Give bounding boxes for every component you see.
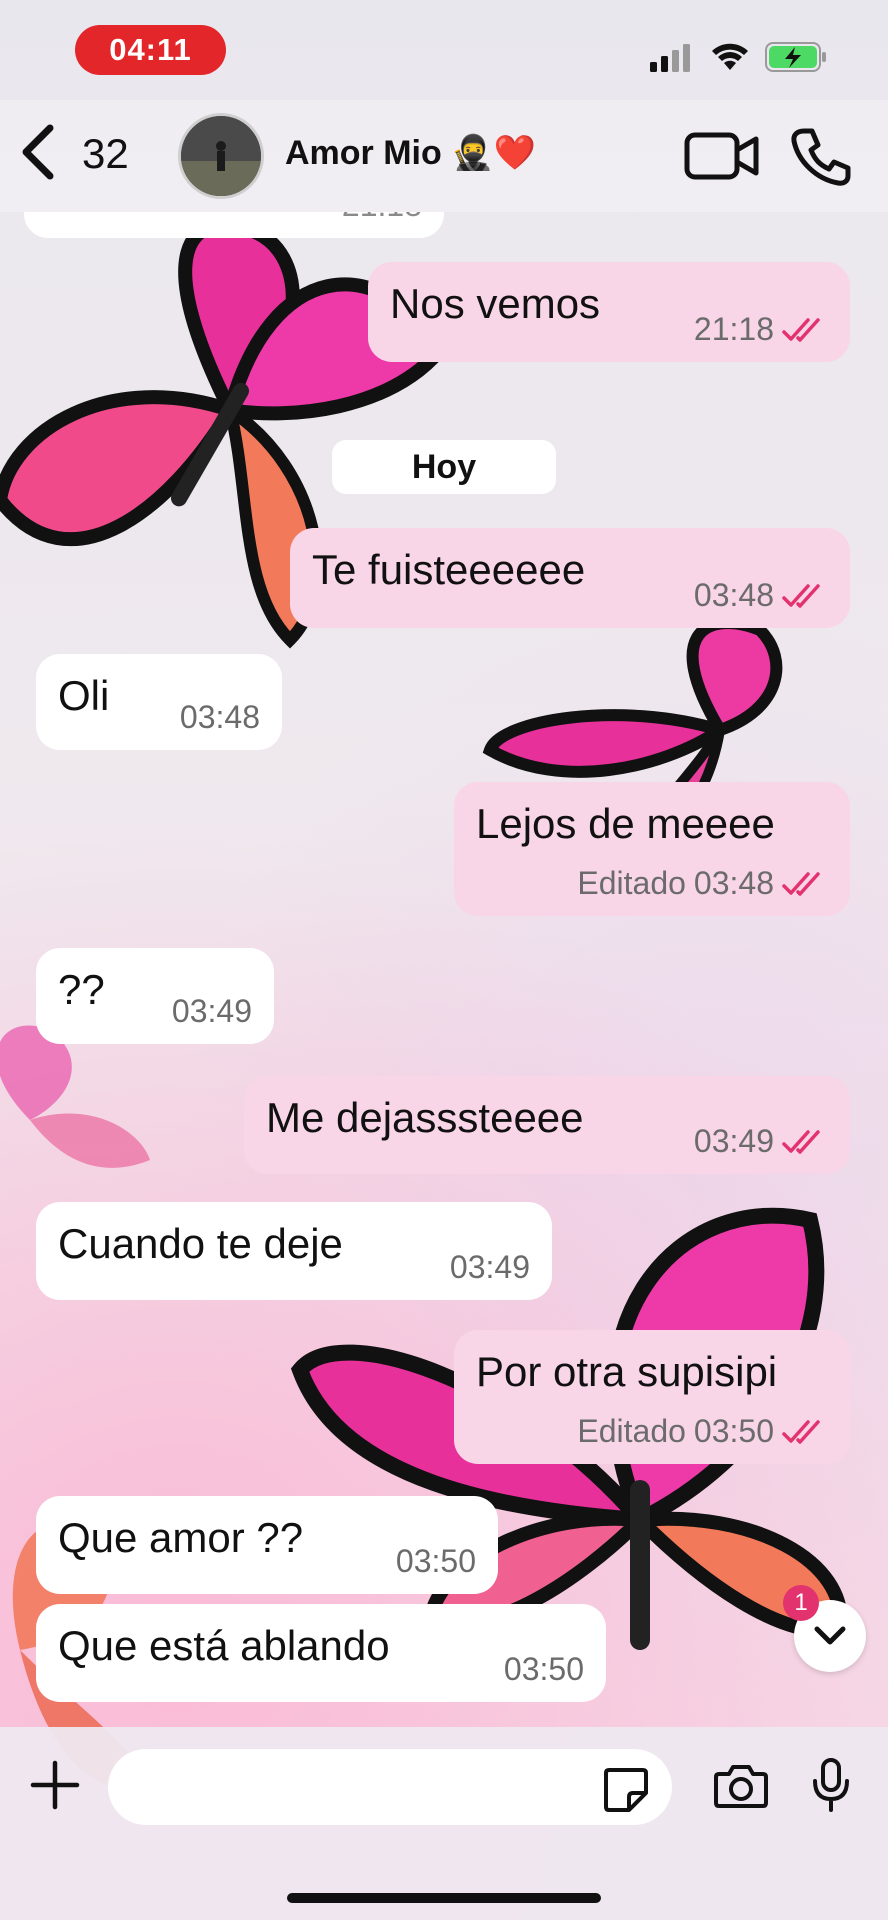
read-ticks-icon bbox=[782, 583, 820, 608]
avatar-photo bbox=[181, 116, 261, 196]
message-time: 21:18 bbox=[342, 212, 422, 224]
message-bubble-incoming[interactable]: Que está ablando 03:50 bbox=[36, 1604, 606, 1702]
message-bubble-incoming[interactable]: Que amor ?? 03:50 bbox=[36, 1496, 498, 1594]
home-indicator bbox=[287, 1893, 601, 1903]
message-bubble-outgoing[interactable]: Lejos de meeee Editado 03:48 bbox=[454, 782, 850, 916]
message-time: 03:49 bbox=[449, 1249, 530, 1285]
message-bubble-outgoing[interactable]: Nos vemos 21:18 bbox=[368, 262, 850, 362]
message-bubble-incoming[interactable]: Cuando te deje 03:49 bbox=[36, 1202, 552, 1300]
video-call-icon[interactable] bbox=[684, 130, 760, 182]
contact-avatar[interactable] bbox=[178, 113, 264, 199]
message-time: 03:49 bbox=[693, 1123, 774, 1159]
message-time: 03:48 bbox=[179, 699, 260, 735]
read-ticks-icon bbox=[782, 871, 820, 896]
read-ticks-icon bbox=[782, 1129, 820, 1154]
message-time: 03:50 bbox=[693, 1413, 774, 1449]
message-bubble-outgoing[interactable]: Me dejasssteeee 03:49 bbox=[244, 1076, 850, 1174]
message-text: Que está ablando bbox=[58, 1622, 390, 1669]
unread-chats-count[interactable]: 32 bbox=[82, 130, 129, 178]
chat-header: 32 Amor Mio 🥷❤️ bbox=[0, 100, 888, 212]
edited-label: Editado bbox=[577, 1413, 686, 1449]
date-separator: Hoy bbox=[332, 440, 556, 494]
read-ticks-icon bbox=[782, 1419, 820, 1444]
edited-label: Editado bbox=[577, 865, 686, 901]
message-text: Me dejasssteeee bbox=[266, 1094, 584, 1141]
unread-badge: 1 bbox=[783, 1585, 819, 1621]
plus-icon[interactable] bbox=[30, 1757, 80, 1813]
message-bubble-outgoing[interactable]: Por otra supisipi Editado 03:50 bbox=[454, 1330, 850, 1464]
wifi-icon bbox=[712, 43, 748, 70]
status-time[interactable]: 04:11 bbox=[75, 25, 226, 75]
chat-messages[interactable]: 21:18 Nos vemos 21:18 Hoy Te fuisteeeeee… bbox=[0, 212, 888, 1727]
message-time: 03:48 bbox=[693, 865, 774, 901]
message-bubble-partial[interactable]: 21:18 bbox=[24, 212, 444, 238]
message-text: Lejos de meeee bbox=[476, 800, 775, 847]
cellular-signal-icon bbox=[650, 44, 690, 72]
message-bubble-incoming[interactable]: Oli 03:48 bbox=[36, 654, 282, 750]
message-text: Que amor ?? bbox=[58, 1514, 304, 1561]
message-text: Por otra supisipi bbox=[476, 1348, 778, 1395]
contact-name[interactable]: Amor Mio 🥷❤️ bbox=[285, 133, 536, 173]
back-button[interactable] bbox=[18, 124, 58, 180]
message-time: 03:50 bbox=[395, 1543, 476, 1579]
chevron-down-icon bbox=[814, 1626, 846, 1645]
camera-icon[interactable] bbox=[713, 1762, 769, 1810]
message-time: 21:18 bbox=[693, 311, 774, 347]
message-input[interactable] bbox=[108, 1749, 672, 1825]
sticker-icon[interactable] bbox=[603, 1767, 649, 1813]
message-text: Cuando te deje bbox=[58, 1220, 343, 1267]
message-composer bbox=[0, 1727, 888, 1920]
message-text: Oli bbox=[58, 672, 110, 719]
battery-charging-icon bbox=[765, 42, 826, 72]
message-time: 03:48 bbox=[693, 577, 774, 613]
message-bubble-outgoing[interactable]: Te fuisteeeeee 03:48 bbox=[290, 528, 850, 628]
message-time: 03:49 bbox=[171, 993, 252, 1029]
message-bubble-incoming[interactable]: ?? 03:49 bbox=[36, 948, 274, 1044]
phone-icon[interactable] bbox=[790, 127, 852, 187]
message-text: Te fuisteeeeee bbox=[312, 546, 586, 593]
mic-icon[interactable] bbox=[810, 1757, 852, 1813]
read-ticks-icon bbox=[782, 317, 820, 342]
message-text: Nos vemos bbox=[390, 280, 601, 327]
back-chevron-icon bbox=[22, 124, 54, 180]
status-bar: 04:11 bbox=[0, 0, 888, 100]
message-time: 03:50 bbox=[503, 1651, 584, 1687]
message-text: ?? bbox=[58, 966, 105, 1013]
